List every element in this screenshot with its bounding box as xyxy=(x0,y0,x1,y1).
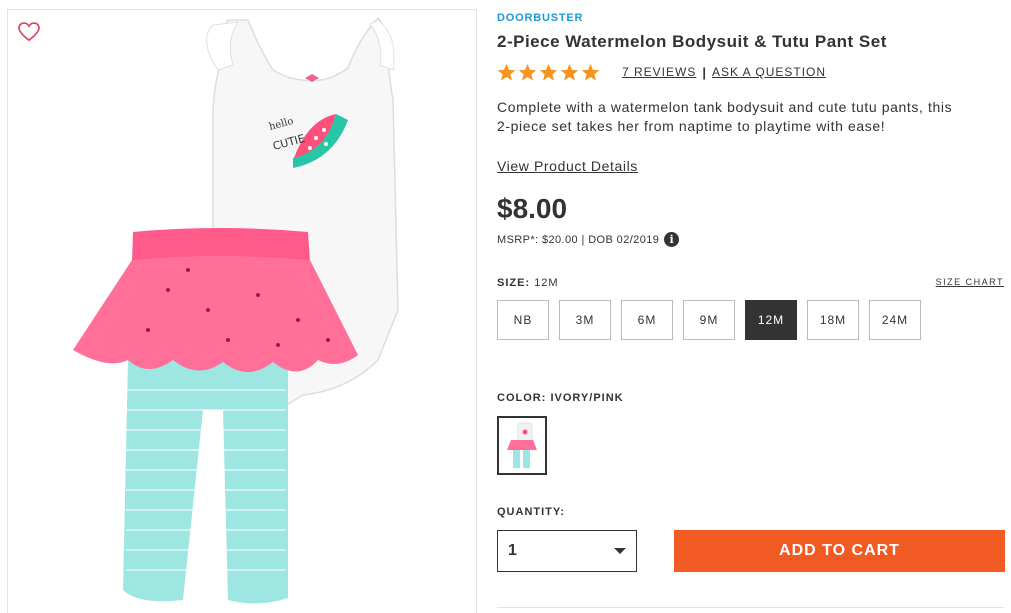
star-icon xyxy=(560,63,579,80)
star-icon xyxy=(497,63,516,80)
color-swatch[interactable] xyxy=(497,416,547,475)
info-icon[interactable]: i xyxy=(664,232,680,247)
product-description: Complete with a watermelon tank bodysuit… xyxy=(497,99,953,134)
price: $8.00 xyxy=(497,193,568,224)
star-icon xyxy=(518,63,537,80)
size-option-9m[interactable]: 9M xyxy=(683,300,735,340)
size-label: SIZE: 12M xyxy=(497,277,559,289)
size-options: NB 3M 6M 9M 12M 18M 24M xyxy=(497,300,921,340)
product-image[interactable]: hello CUTIE xyxy=(48,10,448,610)
quantity-value: 1 xyxy=(508,542,517,559)
size-option-24m[interactable]: 24M xyxy=(869,300,921,340)
quantity-label: QUANTITY: xyxy=(497,506,566,518)
selected-size-value: 12M xyxy=(534,277,559,289)
size-option-nb[interactable]: NB xyxy=(497,300,549,340)
divider-line xyxy=(497,607,1004,608)
color-label: COLOR: IVORY/PINK xyxy=(497,392,624,404)
quantity-select[interactable]: 1 xyxy=(497,530,637,572)
size-option-3m[interactable]: 3M xyxy=(559,300,611,340)
rating-stars xyxy=(497,63,600,82)
doorbuster-badge: DOORBUSTER xyxy=(497,12,584,24)
size-option-18m[interactable]: 18M xyxy=(807,300,859,340)
reviews-link[interactable]: 7 REVIEWS xyxy=(622,65,696,79)
ask-question-link[interactable]: ASK A QUESTION xyxy=(712,65,826,79)
star-icon xyxy=(581,63,600,80)
rating-row: 7 REVIEWS | ASK A QUESTION xyxy=(497,62,826,82)
star-icon xyxy=(539,63,558,80)
heart-outline-icon[interactable] xyxy=(18,22,40,42)
msrp-text: MSRP*: $20.00 | DOB 02/2019 xyxy=(497,233,660,246)
size-option-12m[interactable]: 12M xyxy=(745,300,797,340)
size-option-6m[interactable]: 6M xyxy=(621,300,673,340)
size-chart-link[interactable]: SIZE CHART xyxy=(936,277,1004,287)
product-image-panel: hello CUTIE xyxy=(7,9,477,613)
divider: | xyxy=(702,64,706,80)
product-title: 2-Piece Watermelon Bodysuit & Tutu Pant … xyxy=(497,32,887,51)
swatch-thumbnail xyxy=(507,422,537,468)
add-to-cart-button[interactable]: ADD TO CART xyxy=(674,530,1005,572)
msrp-row: MSRP*: $20.00 | DOB 02/2019 i xyxy=(497,232,680,247)
product-info: DOORBUSTER 2-Piece Watermelon Bodysuit &… xyxy=(497,0,1011,613)
view-details-link[interactable]: View Product Details xyxy=(497,158,638,174)
chevron-down-icon xyxy=(614,548,626,554)
